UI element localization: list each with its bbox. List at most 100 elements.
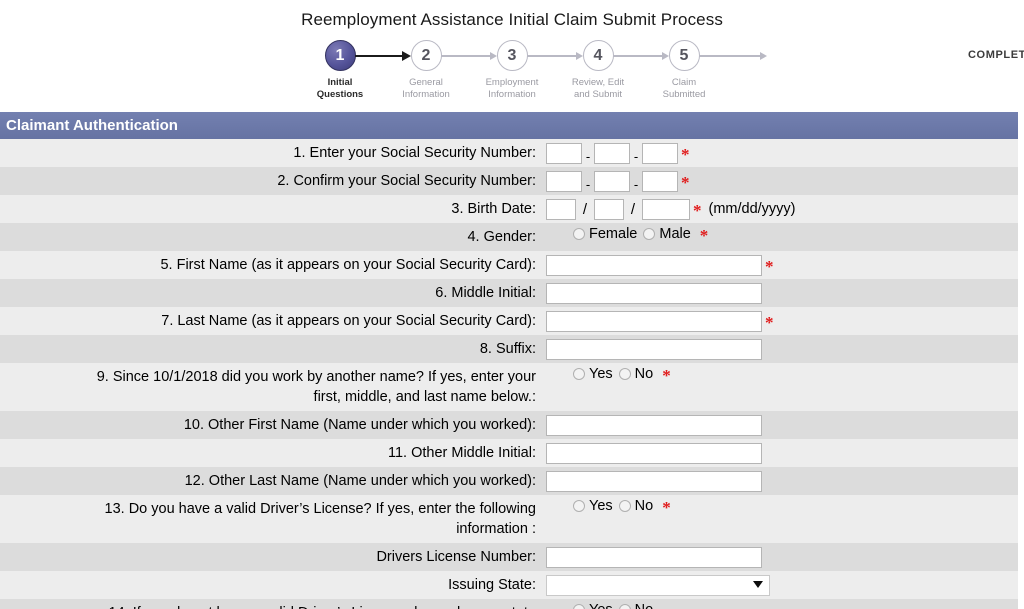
first-name-input[interactable] bbox=[546, 254, 762, 276]
stepper-step-5[interactable]: 5 Claim Submitted bbox=[641, 40, 767, 100]
form-row-suffix: 8. Suffix: bbox=[0, 335, 1018, 363]
drivers-license-number-input[interactable] bbox=[546, 546, 762, 568]
label-state-id-question-line1: 14. If you do not have a valid Driver’s … bbox=[0, 603, 536, 609]
form-row-other-name-question: 9. Since 10/1/2018 did you work by anoth… bbox=[0, 363, 1018, 411]
last-name-input[interactable] bbox=[546, 310, 762, 332]
birth-date-separator-2: / bbox=[630, 200, 636, 218]
ssn-confirm-part3-input[interactable] bbox=[642, 170, 678, 192]
suffix-input[interactable] bbox=[546, 338, 762, 360]
step-3-label-line2: Information bbox=[488, 88, 536, 100]
ssn-confirm-field-group: - - * bbox=[546, 170, 1018, 192]
last-name-field-group: * bbox=[546, 310, 1018, 332]
label-drivers-license-question-line2: information : bbox=[456, 521, 536, 537]
page-title: Reemployment Assistance Initial Claim Su… bbox=[301, 10, 723, 29]
claimant-authentication-form: 1. Enter your Social Security Number: - … bbox=[0, 139, 1018, 609]
step-2-label-line2: Information bbox=[402, 88, 450, 100]
ssn-separator-2: - bbox=[633, 148, 639, 164]
label-drivers-license-number: Drivers License Number: bbox=[376, 549, 536, 565]
step-5-label-line1: Claim bbox=[671, 77, 697, 88]
radio-circle-icon[interactable] bbox=[618, 368, 631, 380]
form-row-issuing-state: Issuing State: bbox=[0, 571, 1018, 599]
label-drivers-license-question-line1: 13. Do you have a valid Driver’s License… bbox=[104, 501, 536, 517]
step-2-label: General Information bbox=[383, 77, 469, 100]
step-3-label: Employment Information bbox=[469, 77, 555, 100]
step-4-label: Review, Edit and Submit bbox=[555, 77, 641, 100]
label-suffix: 8. Suffix: bbox=[479, 341, 536, 357]
radio-circle-icon[interactable] bbox=[573, 604, 585, 609]
form-row-other-last-name: 12. Other Last Name (Name under which yo… bbox=[0, 467, 1018, 495]
drivers-license-option-yes[interactable]: Yes bbox=[573, 498, 613, 514]
stepper-step-1[interactable]: 1 Initial Questions bbox=[297, 40, 411, 100]
radio-circle-icon[interactable] bbox=[643, 228, 656, 240]
ssn-part1-input[interactable] bbox=[546, 142, 582, 164]
stepper-step-3[interactable]: 3 Employment Information bbox=[469, 40, 583, 100]
other-name-option-no[interactable]: No bbox=[618, 366, 653, 382]
birth-date-year-input[interactable] bbox=[642, 198, 690, 220]
chevron-down-icon[interactable] bbox=[753, 580, 763, 588]
label-issuing-state: Issuing State: bbox=[448, 577, 536, 593]
gender-option-female[interactable]: Female bbox=[573, 226, 637, 242]
form-row-state-id-question: 14. If you do not have a valid Driver’s … bbox=[0, 599, 1018, 609]
state-id-option-yes[interactable]: Yes bbox=[573, 602, 613, 609]
issuing-state-selected-value bbox=[547, 576, 769, 580]
birth-date-day-input[interactable] bbox=[594, 198, 624, 220]
gender-radio-group: Female Male * bbox=[546, 226, 1018, 244]
radio-circle-icon[interactable] bbox=[573, 368, 585, 380]
radio-circle-icon[interactable] bbox=[573, 500, 585, 512]
label-state-id-question: 14. If you do not have a valid Driver’s … bbox=[0, 599, 540, 609]
radio-circle-icon[interactable] bbox=[618, 604, 631, 609]
stepper-step-4[interactable]: 4 Review, Edit and Submit bbox=[555, 40, 669, 100]
birth-date-separator-1: / bbox=[582, 200, 588, 218]
radio-circle-icon[interactable] bbox=[573, 228, 585, 240]
suffix-field-group bbox=[546, 338, 1018, 360]
progress-stepper: 1 Initial Questions 2 General Informatio… bbox=[242, 40, 1024, 112]
birth-date-required-asterisk: * bbox=[693, 201, 702, 220]
other-last-name-input[interactable] bbox=[546, 470, 762, 492]
step-3-label-line1: Employment bbox=[485, 77, 539, 88]
radio-circle-icon[interactable] bbox=[618, 500, 631, 512]
step-4-label-line1: Review, Edit bbox=[571, 77, 625, 88]
ssn-part2-input[interactable] bbox=[594, 142, 630, 164]
form-row-other-first-name: 10. Other First Name (Name under which y… bbox=[0, 411, 1018, 439]
ssn-confirm-part2-input[interactable] bbox=[594, 170, 630, 192]
drivers-license-option-yes-label: Yes bbox=[589, 498, 613, 514]
first-name-required-asterisk: * bbox=[765, 257, 774, 276]
drivers-license-required-asterisk: * bbox=[662, 498, 671, 517]
step-1-number: 1 bbox=[324, 40, 356, 71]
label-other-middle-initial: 11. Other Middle Initial: bbox=[387, 445, 536, 461]
birth-date-month-input[interactable] bbox=[546, 198, 576, 220]
other-middle-initial-input[interactable] bbox=[546, 442, 762, 464]
form-row-ssn-confirm: 2. Confirm your Social Security Number: … bbox=[0, 167, 1018, 195]
form-row-ssn: 1. Enter your Social Security Number: - … bbox=[0, 139, 1018, 167]
gender-option-male[interactable]: Male bbox=[643, 226, 691, 242]
stepper-step-2[interactable]: 2 General Information bbox=[383, 40, 497, 100]
ssn-part3-input[interactable] bbox=[642, 142, 678, 164]
middle-initial-input[interactable] bbox=[546, 282, 762, 304]
step-1-label-line2: Questions bbox=[316, 88, 364, 100]
label-gender: 4. Gender: bbox=[467, 229, 536, 245]
step-5-number: 5 bbox=[668, 40, 700, 71]
form-row-first-name: 5. First Name (as it appears on your Soc… bbox=[0, 251, 1018, 279]
birth-date-format-hint: (mm/dd/yyyy) bbox=[708, 201, 796, 217]
state-id-option-no-label: No bbox=[635, 602, 654, 609]
label-ssn: 1. Enter your Social Security Number: bbox=[293, 145, 536, 161]
drivers-license-option-no[interactable]: No bbox=[618, 498, 653, 514]
issuing-state-select[interactable] bbox=[546, 574, 770, 596]
drivers-license-radio-group: Yes No * bbox=[546, 498, 1018, 517]
state-id-option-no[interactable]: No bbox=[618, 602, 654, 609]
form-row-gender: 4. Gender: Female Male * bbox=[0, 223, 1018, 251]
label-birth-date: 3. Birth Date: bbox=[451, 201, 536, 217]
ssn-confirm-part1-input[interactable] bbox=[546, 170, 582, 192]
other-first-name-input[interactable] bbox=[546, 414, 762, 436]
state-id-radio-group: Yes No bbox=[546, 602, 1018, 609]
step-5-label: Claim Submitted bbox=[641, 77, 727, 100]
form-row-drivers-license-question: 13. Do you have a valid Driver’s License… bbox=[0, 495, 1018, 543]
ssn-confirm-separator-2: - bbox=[633, 176, 639, 192]
label-other-name-question-line2: first, middle, and last name below.: bbox=[313, 389, 536, 405]
other-name-option-yes[interactable]: Yes bbox=[573, 366, 613, 382]
middle-initial-field-group bbox=[546, 282, 1018, 304]
ssn-required-asterisk: * bbox=[681, 145, 690, 164]
issuing-state-field-group bbox=[546, 574, 1018, 596]
step-2-label-line1: General bbox=[409, 77, 443, 88]
ssn-confirm-separator-1: - bbox=[585, 176, 591, 192]
